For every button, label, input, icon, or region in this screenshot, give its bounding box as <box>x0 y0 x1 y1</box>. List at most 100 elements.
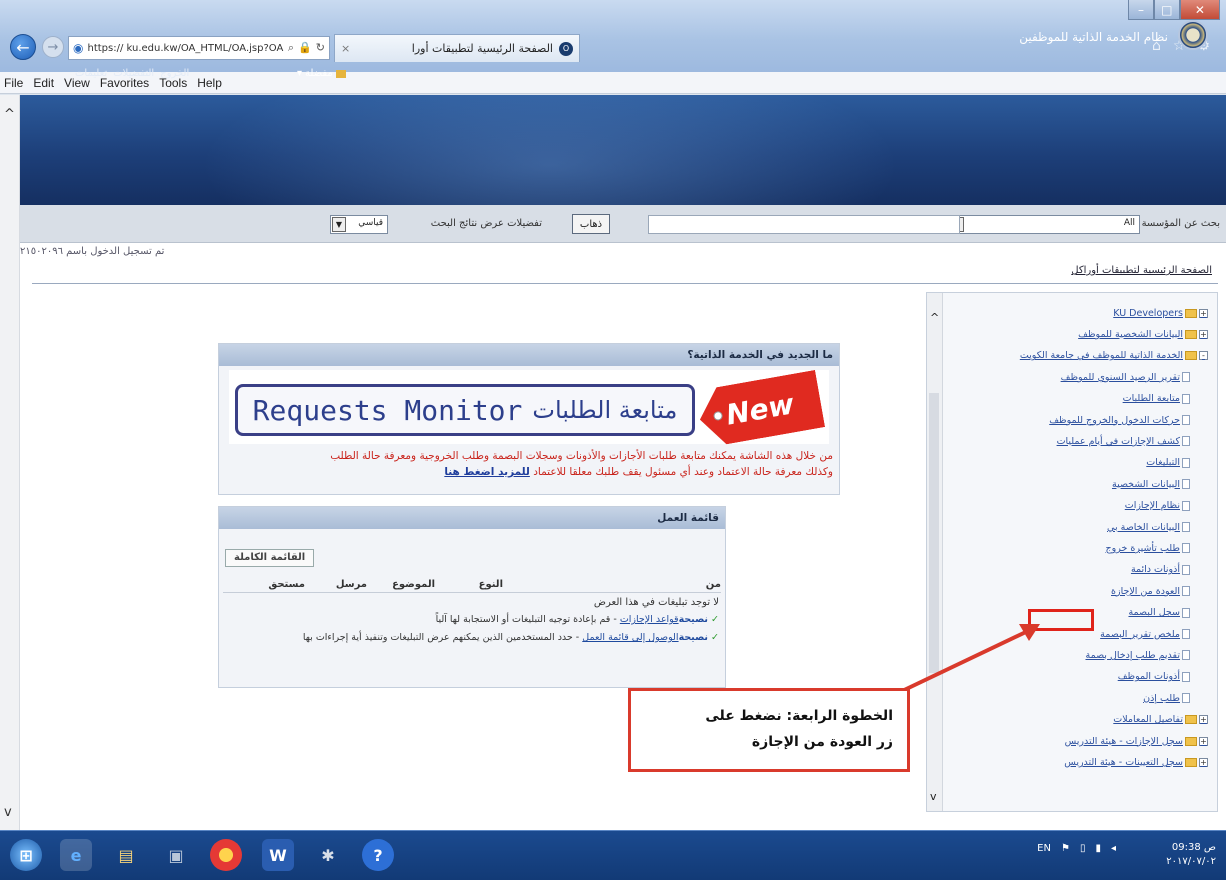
tree-item[interactable]: طلب تأشيرة خروج <box>1105 539 1190 557</box>
tree-item[interactable]: حركات الدخول والخروج للموظف <box>1049 411 1190 429</box>
browser-tab[interactable]: O الصفحة الرئيسية لتطبيقات أورا × <box>334 34 580 62</box>
language-indicator[interactable]: EN <box>1037 843 1051 854</box>
logout-link[interactable]: الخروج <box>160 68 189 79</box>
tree-item-label: تقديم طلب إدخال بصمة <box>1085 649 1180 661</box>
settings-icon[interactable]: ✱ <box>312 839 344 871</box>
system-title: نظام الخدمة الذاتية للموظفين <box>1019 30 1168 44</box>
col-due[interactable]: مستحق <box>268 579 305 590</box>
full-list-button[interactable]: القائمة الكاملة <box>225 549 315 567</box>
more-info-link[interactable]: للمزيد اضغط هنا <box>444 466 530 478</box>
expand-icon[interactable]: + <box>1199 736 1208 746</box>
tree-item-label: سجل البصمة <box>1128 607 1180 619</box>
start-button-icon[interactable]: ⊞ <box>10 839 42 871</box>
scroll-down-icon[interactable]: v <box>930 790 937 803</box>
system-tray: EN ⚑ ▯ ▮ ◂ <box>1037 843 1116 854</box>
worklist-access-link[interactable]: الوصول إلى قائمة العمل <box>582 632 678 643</box>
checkmark-icon: ✓ <box>711 614 719 625</box>
network-icon[interactable]: ▯ <box>1080 843 1086 854</box>
internet-explorer-icon[interactable]: e <box>60 839 92 871</box>
refresh-icon[interactable]: ↻ <box>316 41 325 55</box>
page-icon <box>1182 522 1190 532</box>
tree-item[interactable]: أذونات الموظف <box>1118 668 1190 686</box>
tree-item[interactable]: طلب إذن <box>1143 689 1190 707</box>
tree-item-label: أذونات الموظف <box>1117 671 1180 683</box>
tree-item[interactable]: أذونات دائمة <box>1131 561 1190 579</box>
menu-edit[interactable]: Edit <box>33 76 54 90</box>
col-type[interactable]: النوع <box>479 579 503 590</box>
flag-icon[interactable]: ⚑ <box>1061 843 1070 854</box>
tree-item-label: البيانات الخاصة بي <box>1107 521 1180 533</box>
tree-item[interactable]: تقرير الرصيد السنوي للموظف <box>1061 368 1190 386</box>
tree-item-label: أذونات دائمة <box>1130 564 1180 576</box>
tree-item[interactable]: + KU Developers <box>1113 304 1208 322</box>
forward-button[interactable]: → <box>42 36 64 58</box>
chrome-icon[interactable] <box>210 839 242 871</box>
word-icon[interactable]: W <box>262 839 294 871</box>
power-icon[interactable]: ▮ <box>1095 843 1101 854</box>
tree-item-label: ملخص تقرير البصمة <box>1100 628 1180 640</box>
tree-item[interactable]: البيانات الشخصية <box>1112 475 1190 493</box>
col-from[interactable]: من <box>706 579 721 590</box>
search-scope-select[interactable]: ▼ All <box>948 215 1140 234</box>
col-sender[interactable]: مرسل <box>336 579 367 590</box>
expand-icon[interactable]: + <box>1199 308 1208 318</box>
minimize-button[interactable]: – <box>1128 0 1154 20</box>
breadcrumb[interactable]: الصفحة الرئيسية لتطبيقات أوراكل <box>1071 265 1212 276</box>
expand-icon[interactable]: + <box>1199 329 1208 339</box>
tree-item-label: طلب تأشيرة خروج <box>1105 542 1181 554</box>
tree-scrollbar[interactable]: ^ v <box>927 293 943 811</box>
tree-item-label: طلب إذن <box>1143 692 1180 704</box>
tree-item[interactable]: + سجل الإجازات - هيئة التدريس <box>1065 732 1208 750</box>
file-explorer-icon[interactable]: ▤ <box>110 839 142 871</box>
folder-icon <box>1185 736 1197 746</box>
scroll-thumb[interactable] <box>929 393 939 673</box>
menu-file[interactable]: File <box>4 76 23 90</box>
tree-item[interactable]: التبليغات <box>1146 454 1190 472</box>
tree-item[interactable]: - الخدمة الذاتية للموظف في جامعة الكويت <box>1020 347 1208 365</box>
favorites-menu[interactable]: ▾ مفضلة <box>297 68 346 79</box>
tree-item[interactable]: سجل البصمة <box>1128 604 1190 622</box>
page-icon <box>1182 436 1190 447</box>
collapse-icon[interactable]: - <box>1199 351 1208 361</box>
results-pref-select[interactable]: ▼ قياسي <box>330 215 388 234</box>
lock-icon[interactable]: 🔒 <box>298 41 312 55</box>
requests-monitor-banner[interactable]: Requests Monitor متابعة الطلبات New <box>229 370 829 444</box>
scroll-down-icon[interactable]: v <box>4 805 12 820</box>
tree-item[interactable]: + البيانات الشخصية للموظف <box>1078 325 1208 343</box>
volume-icon[interactable]: ◂ <box>1111 843 1116 854</box>
search-input[interactable] <box>648 215 960 234</box>
tree-item[interactable]: نظام الإجازات <box>1125 497 1190 515</box>
clock[interactable]: 09:38 ص ٢٠١٧/٠٧/٠٢ <box>1166 841 1216 869</box>
help-link[interactable]: تعليمات <box>75 68 107 79</box>
tree-item[interactable]: كشف الإجازات في أيام عمليات <box>1057 432 1190 450</box>
tree-item[interactable]: العودة من الإجازة <box>1111 582 1190 600</box>
tree-item[interactable]: تقديم طلب إدخال بصمة <box>1085 646 1190 664</box>
expand-icon[interactable]: + <box>1199 715 1208 725</box>
expand-icon[interactable]: + <box>1199 757 1208 767</box>
app-banner <box>20 95 1226 205</box>
close-window-button[interactable]: ✕ <box>1179 0 1220 20</box>
maximize-button[interactable]: □ <box>1153 0 1180 20</box>
tree-item[interactable]: متابعة الطلبات <box>1123 390 1190 408</box>
page-scrollbar[interactable]: ^ v <box>0 95 20 830</box>
scroll-up-icon[interactable]: ^ <box>930 311 939 324</box>
tab-close-icon[interactable]: × <box>341 42 350 55</box>
vacation-rules-link[interactable]: قواعد الإجازات <box>620 614 679 625</box>
search-icon[interactable]: ⌕ <box>288 41 294 55</box>
tree-item[interactable]: ملخص تقرير البصمة <box>1100 625 1190 643</box>
tree-item[interactable]: البيانات الخاصة بي <box>1107 518 1190 536</box>
go-button[interactable]: ذهاب <box>572 214 610 234</box>
tree-item-label: حركات الدخول والخروج للموظف <box>1049 414 1180 426</box>
tree-item[interactable]: + سجل التعيينات - هيئة التدريس <box>1064 753 1208 771</box>
help-icon[interactable]: ? <box>362 839 394 871</box>
address-bar[interactable]: ◉ https:// ku.edu.kw/OA_HTML/OA.jsp?OAFu… <box>68 36 330 60</box>
chevron-down-icon: ▼ <box>332 217 346 232</box>
back-button[interactable]: ← <box>10 34 36 60</box>
col-subject[interactable]: الموضوع <box>392 579 435 590</box>
menu-help[interactable]: Help <box>197 76 222 90</box>
scroll-up-icon[interactable]: ^ <box>4 107 15 122</box>
preferences-link[interactable]: التفضيلات <box>113 68 154 79</box>
tree-item[interactable]: + تفاصيل المعاملات <box>1113 711 1208 729</box>
media-player-icon[interactable]: ▣ <box>160 839 192 871</box>
page-icon <box>1182 607 1190 618</box>
